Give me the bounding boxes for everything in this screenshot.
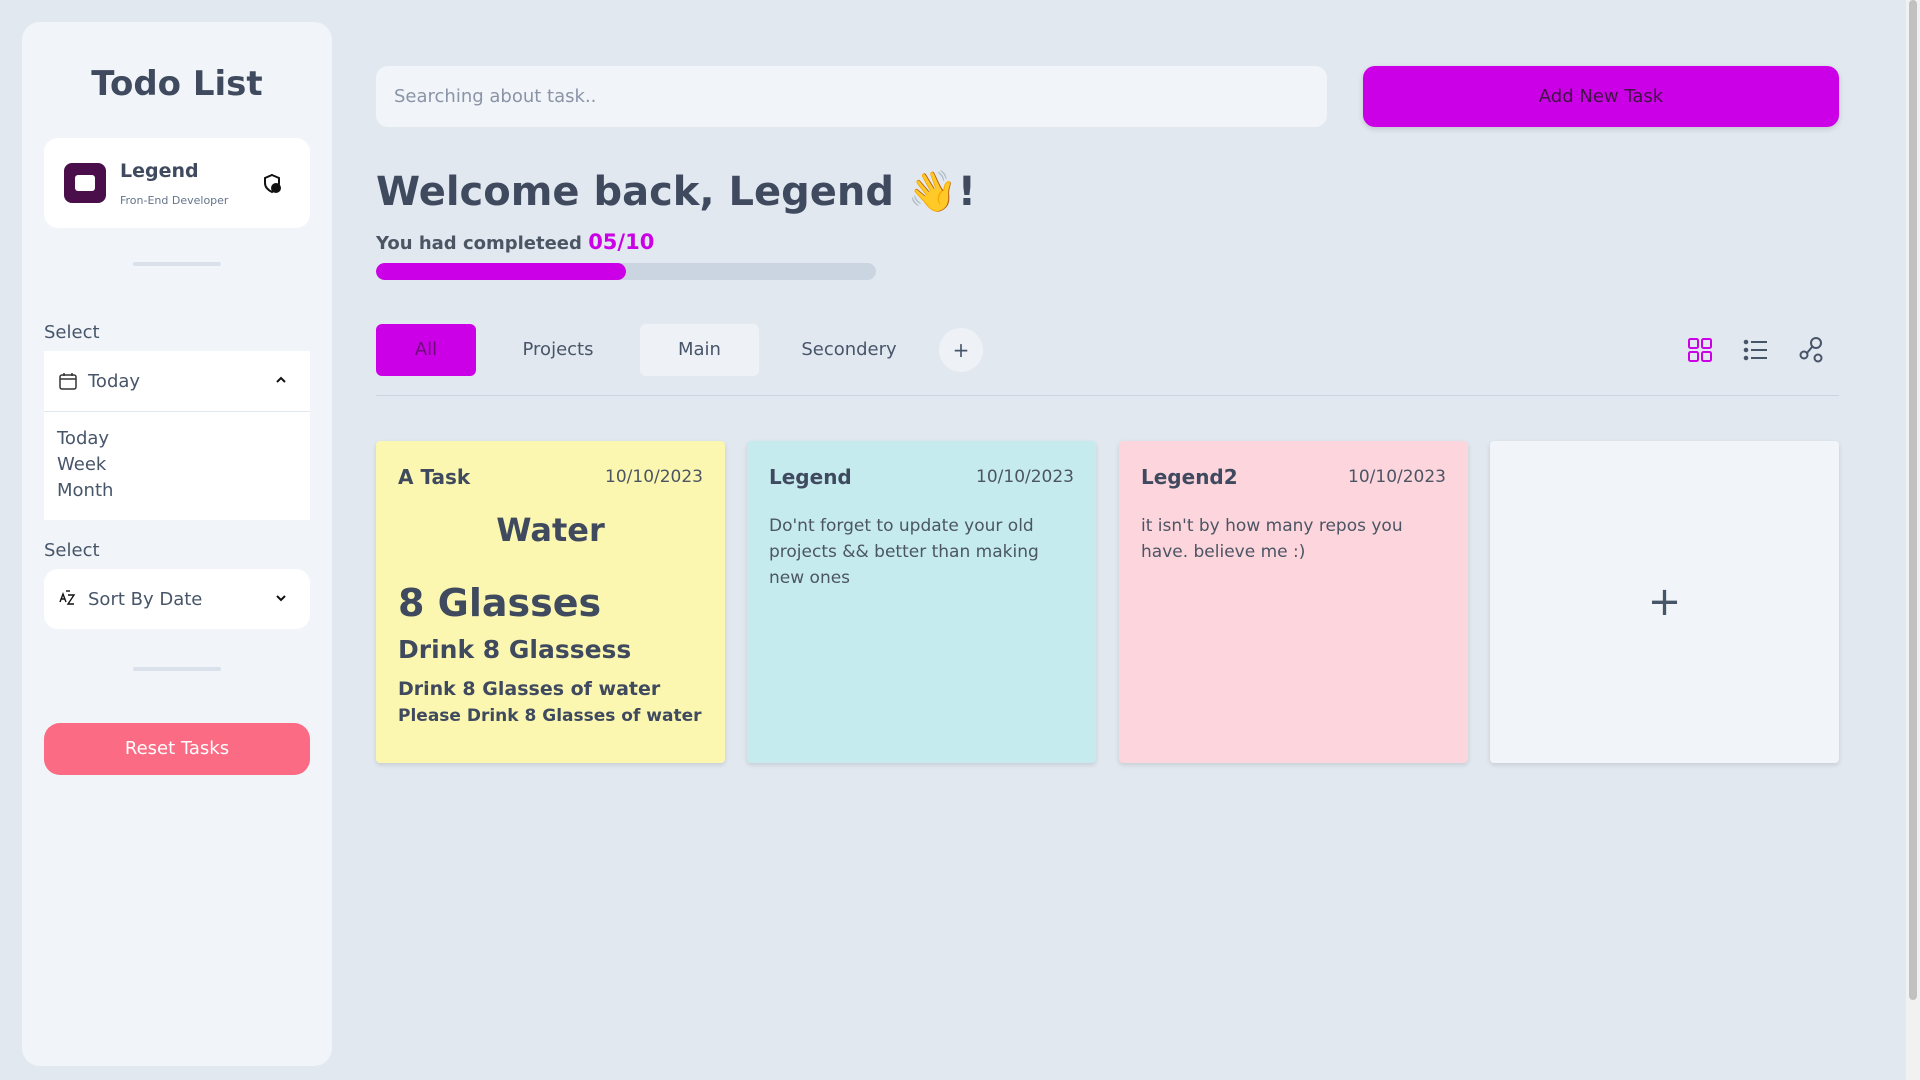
sort-select-label: Select (44, 540, 100, 561)
reset-tasks-button[interactable]: Reset Tasks (44, 723, 310, 775)
task-card-heading-2: 8 Glasses (398, 581, 602, 625)
period-option-today[interactable]: Today (57, 426, 297, 452)
calendar-icon (59, 373, 77, 390)
profile-card: Legend Fron-End Developer (44, 138, 310, 228)
task-card-date: 10/10/2023 (605, 467, 703, 487)
period-selected-value: Today (88, 370, 141, 392)
task-card-date: 10/10/2023 (1348, 467, 1446, 487)
divider (133, 667, 221, 671)
task-card-description: it isn't by how many repos you have. bel… (1141, 516, 1403, 562)
task-card-description: Do'nt forget to update your old projects… (769, 516, 1039, 588)
task-card[interactable]: Legend 10/10/2023 Do'nt forget to update… (747, 441, 1096, 763)
task-card[interactable]: A Task 10/10/2023 Water 8 Glasses Drink … (376, 441, 725, 763)
search-input[interactable] (376, 66, 1327, 127)
tabs-divider (376, 395, 1839, 396)
welcome-heading: Welcome back, Legend 👋! (376, 169, 976, 215)
progress-fill (376, 263, 626, 280)
add-new-task-button[interactable]: Add New Task (1363, 66, 1839, 127)
profile-name: Legend (120, 159, 199, 182)
sort-dropdown[interactable]: Sort By Date (44, 569, 310, 629)
period-select-label: Select (44, 322, 100, 343)
profile-logo (64, 163, 106, 203)
progress-bar (376, 263, 876, 280)
sidebar: Todo List Legend Fron-End Developer Sele… (22, 22, 332, 1066)
completed-label: You had completeed (376, 233, 582, 254)
task-card-heading-5: Please Drink 8 Glasses of water (398, 706, 702, 726)
task-card-heading-1: Water (496, 511, 605, 549)
chevron-down-icon (276, 595, 286, 602)
task-card-heading-3: Drink 8 Glassess (398, 635, 632, 664)
shield-user-icon[interactable] (260, 172, 284, 196)
add-task-card[interactable]: + (1490, 441, 1839, 763)
graph-view-icon[interactable] (1798, 336, 1826, 364)
task-card-heading-4: Drink 8 Glasses of water (398, 678, 661, 700)
tab-all[interactable]: All (376, 324, 476, 376)
plus-icon: + (1647, 579, 1682, 625)
divider (133, 262, 221, 266)
chevron-up-icon (276, 376, 286, 383)
period-dropdown[interactable]: Today (44, 351, 310, 411)
app-title: Todo List (91, 64, 263, 104)
period-option-week[interactable]: Week (57, 452, 297, 478)
task-card-date: 10/10/2023 (976, 467, 1074, 487)
add-category-button[interactable]: + (939, 328, 983, 372)
view-switcher (1686, 336, 1854, 364)
completed-summary: You had completeed 05/10 (376, 230, 654, 254)
category-tabs: All Projects Main Secondery + (376, 324, 983, 376)
tab-secondery[interactable]: Secondery (759, 324, 939, 376)
tab-main[interactable]: Main (640, 324, 759, 376)
profile-role: Fron-End Developer (120, 193, 229, 207)
page-scrollbar[interactable] (1906, 0, 1920, 1080)
grid-view-icon[interactable] (1686, 336, 1714, 364)
period-options-list: Today Week Month (44, 411, 310, 520)
completed-count: 05/10 (588, 230, 655, 254)
scrollbar-thumb[interactable] (1909, 0, 1917, 1000)
sort-az-icon (59, 590, 76, 605)
tab-projects[interactable]: Projects (476, 324, 640, 376)
task-card[interactable]: Legend2 10/10/2023 it isn't by how many … (1119, 441, 1468, 763)
period-option-month[interactable]: Month (57, 478, 297, 504)
sort-selected-value: Sort By Date (88, 588, 203, 610)
list-view-icon[interactable] (1742, 336, 1770, 364)
